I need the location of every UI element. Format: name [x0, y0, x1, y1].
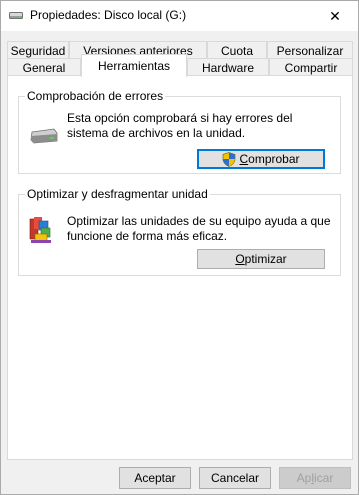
- apply-label-part1: Ap: [296, 471, 312, 485]
- group-title: Optimizar y desfragmentar unidad: [25, 187, 210, 201]
- tab-label: Personalizar: [276, 44, 344, 58]
- drive-icon: [9, 12, 23, 19]
- optimize-button-label: ptimizar: [244, 252, 287, 266]
- tools-panel: Comprobación de errores Esta opción comp…: [7, 75, 353, 460]
- accept-button[interactable]: Aceptar: [119, 467, 191, 489]
- tab-hardware[interactable]: Hardware: [187, 58, 269, 76]
- accept-button-label: Aceptar: [134, 471, 176, 485]
- tab-label: General: [22, 60, 66, 75]
- error-check-group: Comprobación de errores Esta opción comp…: [18, 89, 341, 174]
- tab-herramientas[interactable]: Herramientas: [81, 54, 187, 77]
- close-button[interactable]: ✕: [312, 1, 358, 31]
- tab-label: Seguridad: [10, 44, 66, 58]
- tab-compartir[interactable]: Compartir: [269, 58, 353, 76]
- cancel-button[interactable]: Cancelar: [199, 467, 271, 489]
- tab-label: Compartir: [284, 60, 338, 75]
- drive-icon: [30, 128, 58, 144]
- optimize-button-accesskey: O: [235, 252, 245, 266]
- optimize-description-line1: Optimizar las unidades de su equipo ayud…: [67, 214, 331, 228]
- group-title: Comprobación de errores: [25, 89, 166, 103]
- check-button-label: omprobar: [248, 152, 300, 166]
- close-icon: ✕: [329, 7, 341, 24]
- cancel-button-label: Cancelar: [210, 471, 260, 485]
- tab-general[interactable]: General: [7, 58, 81, 76]
- tab-label: Hardware: [201, 60, 255, 75]
- defrag-icon: [29, 217, 51, 243]
- tab-label: Herramientas: [97, 59, 171, 73]
- optimize-button[interactable]: Optimizar: [197, 249, 325, 269]
- apply-label-part2: icar: [314, 471, 334, 485]
- tab-label: Cuota: [220, 44, 254, 58]
- window-title: Propiedades: Disco local (G:): [30, 8, 187, 22]
- check-button-accesskey: C: [239, 152, 249, 166]
- optimize-description-line2: funcione de forma más eficaz.: [67, 229, 228, 243]
- title-bar: Propiedades: Disco local (G:) ✕: [1, 1, 358, 31]
- error-check-description-line1: Esta opción comprobará si hay errores de…: [67, 111, 293, 125]
- shield-icon: [223, 151, 236, 167]
- error-check-description-line2: sistema de archivos en la unidad.: [67, 126, 246, 140]
- check-button[interactable]: Comprobar: [197, 149, 325, 169]
- properties-window: Propiedades: Disco local (G:) ✕ Segurida…: [0, 0, 359, 495]
- optimize-group: Optimizar y desfragmentar unidad Optimiz…: [18, 187, 341, 276]
- apply-button[interactable]: Aplicar: [279, 467, 351, 489]
